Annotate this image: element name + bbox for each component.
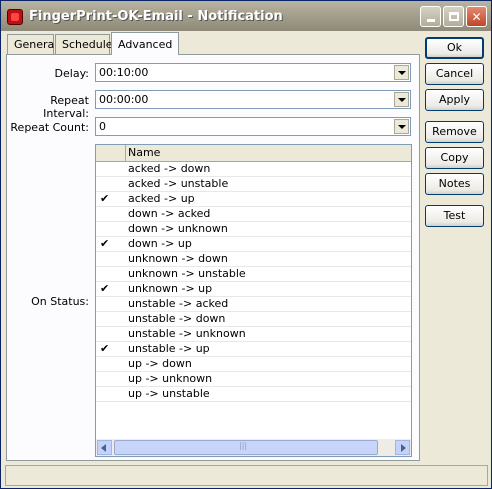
list-item-label: unknown -> down xyxy=(128,252,228,265)
list-item-label: unstable -> acked xyxy=(128,297,229,310)
tab-schedule[interactable]: Schedule xyxy=(55,34,113,54)
list-item-label: acked -> down xyxy=(128,162,211,175)
notes-button[interactable]: Notes xyxy=(425,173,484,195)
copy-button[interactable]: Copy xyxy=(425,147,484,169)
scrollbar-thumb[interactable] xyxy=(114,440,378,455)
check-column-header[interactable] xyxy=(96,145,126,161)
close-icon: ✕ xyxy=(471,9,482,24)
delay-value: 00:10:00 xyxy=(99,66,149,79)
maximize-button[interactable] xyxy=(443,6,464,27)
tab-general[interactable]: General xyxy=(7,34,57,54)
on-status-list[interactable]: Name acked -> down acked -> unstable ✔ acke… xyxy=(95,144,412,457)
scroll-right-icon[interactable] xyxy=(395,440,410,455)
checkmark-icon[interactable] xyxy=(100,327,110,341)
list-item-label: down -> acked xyxy=(128,207,211,220)
checkmark-icon[interactable] xyxy=(100,177,110,191)
checkmark-icon[interactable]: ✔ xyxy=(100,342,110,356)
repeat-count-value: 0 xyxy=(99,120,106,133)
list-item-label: up -> unknown xyxy=(128,372,213,385)
list-item[interactable]: ✔ unstable -> up xyxy=(96,342,411,357)
list-item-label: unknown -> unstable xyxy=(128,267,246,280)
app-icon[interactable] xyxy=(7,9,23,25)
list-item-label: down -> up xyxy=(128,237,192,250)
list-item[interactable]: down -> unknown xyxy=(96,222,411,237)
list-item[interactable]: acked -> unstable xyxy=(96,177,411,192)
checkmark-icon[interactable] xyxy=(100,297,110,311)
checkmark-icon[interactable] xyxy=(100,207,110,221)
list-item-label: unstable -> unknown xyxy=(128,327,246,340)
maximize-icon xyxy=(448,12,459,21)
apply-button[interactable]: Apply xyxy=(425,89,484,111)
repeat-interval-label: Repeat Interval: xyxy=(43,94,89,120)
list-item[interactable]: acked -> down xyxy=(96,162,411,177)
checkmark-icon[interactable] xyxy=(100,312,110,326)
list-item-label: acked -> unstable xyxy=(128,177,229,190)
window-title: FingerPrint-OK-Email - Notification xyxy=(29,9,283,24)
checkmark-icon[interactable] xyxy=(100,357,110,371)
list-item[interactable]: ✔ down -> up xyxy=(96,237,411,252)
tab-advanced[interactable]: Advanced xyxy=(111,32,179,55)
chevron-down-icon[interactable] xyxy=(394,119,409,134)
checkmark-icon[interactable]: ✔ xyxy=(100,192,110,206)
repeat-interval-combobox[interactable]: 00:00:00 xyxy=(95,90,411,109)
checkmark-icon[interactable] xyxy=(100,387,110,401)
repeat-interval-value: 00:00:00 xyxy=(99,93,149,106)
name-column-header[interactable]: Name xyxy=(128,146,160,159)
list-item[interactable]: unknown -> unstable xyxy=(96,267,411,282)
remove-button[interactable]: Remove xyxy=(425,121,484,143)
list-item[interactable]: unstable -> unknown xyxy=(96,327,411,342)
checkmark-icon[interactable]: ✔ xyxy=(100,237,110,251)
list-item[interactable]: unstable -> down xyxy=(96,312,411,327)
list-item-label: unknown -> up xyxy=(128,282,213,295)
list-item[interactable]: up -> unstable xyxy=(96,387,411,402)
close-button[interactable]: ✕ xyxy=(466,6,487,27)
checkmark-icon[interactable] xyxy=(100,372,110,386)
checkmark-icon[interactable] xyxy=(100,267,110,281)
checkmark-icon[interactable] xyxy=(100,162,110,176)
delay-combobox[interactable]: 00:10:00 xyxy=(95,63,411,82)
list-item-label: unstable -> up xyxy=(128,342,210,355)
horizontal-scrollbar[interactable] xyxy=(96,439,411,456)
chevron-down-icon[interactable] xyxy=(394,92,409,107)
list-item[interactable]: ✔ unknown -> up xyxy=(96,282,411,297)
delay-label: Delay: xyxy=(54,67,89,80)
list-item[interactable]: up -> down xyxy=(96,357,411,372)
repeat-count-combobox[interactable]: 0 xyxy=(95,117,411,136)
on-status-label: On Status: xyxy=(31,295,89,308)
list-item-label: up -> unstable xyxy=(128,387,210,400)
title-bar[interactable]: FingerPrint-OK-Email - Notification ✕ xyxy=(1,1,491,31)
repeat-count-label: Repeat Count: xyxy=(10,121,89,134)
notification-window: FingerPrint-OK-Email - Notification ✕ Ge… xyxy=(0,0,492,489)
status-bar xyxy=(5,465,488,486)
ok-button[interactable]: Ok xyxy=(425,37,484,59)
list-item[interactable]: down -> acked xyxy=(96,207,411,222)
list-item[interactable]: unstable -> acked xyxy=(96,297,411,312)
list-item-label: unstable -> down xyxy=(128,312,226,325)
list-item[interactable]: up -> unknown xyxy=(96,372,411,387)
checkmark-icon[interactable] xyxy=(100,252,110,266)
minimize-icon xyxy=(426,18,435,22)
checkmark-icon[interactable]: ✔ xyxy=(100,282,110,296)
scroll-left-icon[interactable] xyxy=(97,440,112,455)
list-item-label: acked -> up xyxy=(128,192,195,205)
test-button[interactable]: Test xyxy=(425,205,484,227)
minimize-button[interactable] xyxy=(420,6,441,27)
list-item-label: down -> unknown xyxy=(128,222,228,235)
list-header: Name xyxy=(96,145,411,162)
checkmark-icon[interactable] xyxy=(100,222,110,236)
list-item[interactable]: ✔ acked -> up xyxy=(96,192,411,207)
chevron-down-icon[interactable] xyxy=(394,65,409,80)
cancel-button[interactable]: Cancel xyxy=(425,63,484,85)
list-item-label: up -> down xyxy=(128,357,192,370)
list-item[interactable]: unknown -> down xyxy=(96,252,411,267)
